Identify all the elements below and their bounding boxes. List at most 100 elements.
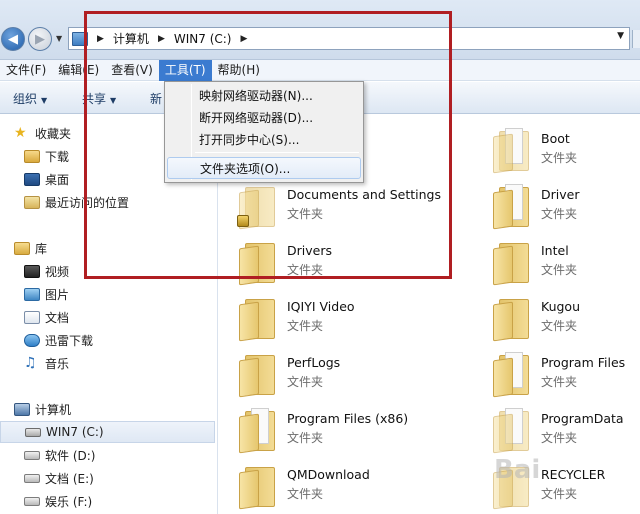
menu-separator <box>195 152 359 153</box>
breadcrumb-computer[interactable]: 计算机 <box>113 30 149 47</box>
folder-name: Documents and Settings <box>287 187 442 202</box>
forward-button[interactable]: ▶ <box>28 27 52 51</box>
nav-label: 迅雷下载 <box>45 333 94 348</box>
folder-name: Program Files (x86) <box>287 411 409 426</box>
video-library-icon <box>24 264 40 278</box>
xunlei-download-icon <box>24 333 40 347</box>
refresh-button[interactable] <box>632 30 640 48</box>
folder-name: QMDownload <box>287 467 370 482</box>
menu-item-map-network-drive[interactable]: 映射网络驱动器(N)... <box>167 85 361 107</box>
nav-item-drive-e[interactable]: 文档 (E:) <box>24 467 240 489</box>
back-button[interactable]: ◀ <box>1 27 25 51</box>
folder-name: Drivers <box>287 243 332 258</box>
menu-view[interactable]: 查看(V) <box>105 60 159 81</box>
nav-item-drive-d[interactable]: 软件 (D:) <box>24 444 240 466</box>
nav-item-pictures[interactable]: 图片 <box>24 283 240 305</box>
nav-label: 最近访问的位置 <box>45 195 130 210</box>
menu-tools[interactable]: 工具(T) <box>158 59 212 81</box>
folder-icon <box>491 125 531 174</box>
folder-item-perflogs[interactable]: PerfLogs 文件夹 <box>237 349 437 401</box>
menu-help[interactable]: 帮助(H) <box>212 60 266 81</box>
nav-item-xunlei[interactable]: 迅雷下载 <box>24 329 240 351</box>
nav-item-recent[interactable]: 最近访问的位置 <box>24 191 240 213</box>
share-label: 共享 <box>82 92 107 106</box>
folder-name: RECYCLER <box>541 467 606 482</box>
folder-item-drivers[interactable]: Drivers 文件夹 <box>237 237 437 289</box>
nav-item-videos[interactable]: 视频 <box>24 260 240 282</box>
folder-item-driver[interactable]: Driver 文件夹 <box>491 181 640 233</box>
address-dropdown-icon[interactable]: ▼ <box>617 31 624 41</box>
folder-icon <box>237 237 277 286</box>
menu-file[interactable]: 文件(F) <box>0 60 52 81</box>
drive-icon <box>24 496 40 506</box>
breadcrumb-drive[interactable]: WIN7 (C:) <box>174 32 232 46</box>
downloads-folder-icon <box>24 149 40 163</box>
folder-type: 文件夹 <box>287 263 324 277</box>
nav-label: 计算机 <box>35 402 72 417</box>
nav-item-documents[interactable]: 文档 <box>24 306 240 328</box>
nav-label: 文档 <box>45 310 70 325</box>
folder-icon <box>237 349 277 398</box>
folder-name: Driver <box>541 187 580 202</box>
folder-icon <box>237 405 277 454</box>
new-folder-button[interactable]: 新 <box>150 90 162 107</box>
menu-item-folder-options[interactable]: 文件夹选项(O)... <box>167 157 361 179</box>
lock-icon <box>237 215 249 227</box>
nav-item-music[interactable]: ♫ 音乐 <box>24 352 240 374</box>
drive-icon <box>24 450 40 460</box>
address-bar[interactable]: ▶ 计算机 ▶ WIN7 (C:) ▶ ▼ <box>68 27 630 50</box>
nav-item-drive-c[interactable]: WIN7 (C:) <box>0 421 215 443</box>
library-icon <box>14 241 30 255</box>
organize-label: 组织 <box>13 92 38 106</box>
folder-icon <box>491 237 531 286</box>
menu-item-disconnect-network-drive[interactable]: 断开网络驱动器(D)... <box>167 107 361 129</box>
folder-item-boot[interactable]: Boot 文件夹 <box>491 125 640 177</box>
nav-computer[interactable]: 计算机 <box>14 398 230 420</box>
nav-label: 软件 (D:) <box>45 448 96 463</box>
folder-name: ProgramData <box>541 411 624 426</box>
folder-type: 文件夹 <box>287 207 324 221</box>
nav-item-drive-f[interactable]: 娱乐 (F:) <box>24 490 240 512</box>
chevron-right-icon[interactable]: ▶ <box>240 34 247 44</box>
share-button[interactable]: 共享 ▼ <box>82 90 116 107</box>
address-toolbar: ◀ ▶ ▼ ▶ 计算机 ▶ WIN7 (C:) ▶ ▼ <box>0 0 640 60</box>
star-icon: ★ <box>14 125 27 141</box>
system-drive-icon <box>25 427 41 437</box>
folder-item-iqiyi-video[interactable]: IQIYI Video 文件夹 <box>237 293 437 345</box>
folder-item-kugou[interactable]: Kugou 文件夹 <box>491 293 640 345</box>
desktop-icon <box>24 172 40 186</box>
documents-library-icon <box>24 310 40 324</box>
folder-item-programdata[interactable]: ProgramData 文件夹 <box>491 405 640 457</box>
organize-button[interactable]: 组织 ▼ <box>13 90 47 107</box>
chevron-right-icon[interactable]: ▶ <box>97 34 104 44</box>
nav-label: 娱乐 (F:) <box>45 494 93 509</box>
nav-label: 图片 <box>45 287 70 302</box>
folder-name: Program Files <box>541 355 626 370</box>
folder-type: 文件夹 <box>541 431 578 445</box>
menu-edit[interactable]: 编辑(E) <box>52 60 105 81</box>
menu-item-open-sync-center[interactable]: 打开同步中心(S)... <box>167 129 361 151</box>
folder-type: 文件夹 <box>541 263 578 277</box>
folder-icon <box>237 461 277 510</box>
nav-label: 库 <box>35 241 48 256</box>
folder-name: Boot <box>541 131 570 146</box>
chevron-down-icon: ▼ <box>110 96 117 105</box>
folder-name: Kugou <box>541 299 581 314</box>
folder-item-intel[interactable]: Intel 文件夹 <box>491 237 640 289</box>
nav-label: 视频 <box>45 264 70 279</box>
folder-item-documents-and-settings[interactable]: Documents and Settings 文件夹 <box>237 181 441 233</box>
folder-type: 文件夹 <box>541 207 578 221</box>
arrow-left-icon: ◀ <box>8 31 18 47</box>
pictures-library-icon <box>24 287 40 301</box>
folder-type: 文件夹 <box>541 487 578 501</box>
chevron-right-icon[interactable]: ▶ <box>158 34 165 44</box>
computer-icon <box>72 31 88 46</box>
folder-item-program-files[interactable]: Program Files 文件夹 <box>491 349 640 401</box>
folder-item-qmdownload[interactable]: QMDownload 文件夹 <box>237 461 437 513</box>
nav-libraries[interactable]: 库 <box>14 237 230 259</box>
recent-places-icon <box>24 195 40 209</box>
music-note-icon: ♫ <box>24 355 37 371</box>
recent-pages-dropdown[interactable]: ▼ <box>56 34 62 43</box>
folder-item-program-files-x86[interactable]: Program Files (x86) 文件夹 <box>237 405 437 457</box>
tools-dropdown-menu: 映射网络驱动器(N)... 断开网络驱动器(D)... 打开同步中心(S)...… <box>164 81 364 183</box>
